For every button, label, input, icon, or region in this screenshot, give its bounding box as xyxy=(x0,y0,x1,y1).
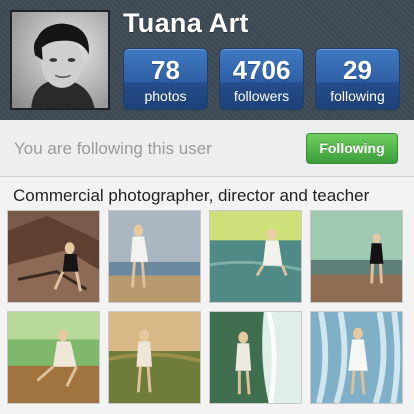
photo-thumbnail[interactable] xyxy=(209,311,302,404)
followers-count: 4706 xyxy=(232,55,291,85)
photo-grid xyxy=(7,210,407,406)
followers-stat-button[interactable]: 4706 followers xyxy=(219,48,304,110)
profile-header: Tuana Art 78 photos 4706 followers 29 fo… xyxy=(0,0,414,120)
avatar[interactable] xyxy=(10,10,110,110)
user-avatar-icon xyxy=(12,12,108,108)
photo-thumbnail[interactable] xyxy=(7,311,100,404)
follow-status-text: You are following this user xyxy=(14,139,212,158)
following-label: following xyxy=(330,88,385,104)
photo-thumbnail[interactable] xyxy=(209,210,302,303)
photo-thumbnail[interactable] xyxy=(310,210,403,303)
following-button[interactable]: Following xyxy=(306,133,398,164)
photo-thumbnail[interactable] xyxy=(7,210,100,303)
following-count: 29 xyxy=(343,55,372,85)
follow-status-bar: You are following this user Following xyxy=(0,120,414,177)
followers-label: followers xyxy=(233,88,290,104)
photos-count: 78 xyxy=(151,55,180,85)
photo-thumbnail[interactable] xyxy=(108,311,201,404)
following-stat-button[interactable]: 29 following xyxy=(315,48,400,110)
photo-thumbnail[interactable] xyxy=(108,210,201,303)
photos-label: photos xyxy=(144,88,187,104)
photo-thumbnail[interactable] xyxy=(310,311,403,404)
profile-username: Tuana Art xyxy=(123,8,249,38)
profile-bio: Commercial photographer, director and te… xyxy=(13,186,370,205)
photos-stat-button[interactable]: 78 photos xyxy=(123,48,208,110)
